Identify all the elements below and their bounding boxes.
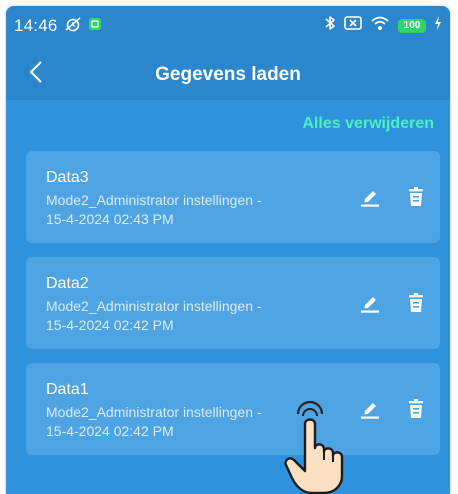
item-description-line1: Mode2_Administrator instellingen - — [46, 192, 262, 208]
edit-button[interactable] — [356, 289, 384, 317]
item-description: Mode2_Administrator instellingen - 15-4-… — [46, 403, 316, 441]
app-screen: 14:46 100 Gegevens laden Alles verwijder… — [6, 6, 450, 494]
pencil-icon — [361, 297, 379, 313]
tap-hand-icon — [284, 400, 344, 494]
item-title: Data1 — [46, 381, 89, 398]
delete-button[interactable] — [402, 183, 430, 211]
item-description: Mode2_Administrator instellingen - 15-4-… — [46, 297, 316, 335]
page-title: Gegevens laden — [155, 64, 301, 85]
trash-icon — [409, 399, 423, 418]
list-item[interactable]: Data2 Mode2_Administrator instellingen -… — [26, 257, 440, 349]
item-description-line1: Mode2_Administrator instellingen - — [46, 298, 262, 314]
alarm-off-icon — [64, 16, 82, 37]
item-title: Data2 — [46, 275, 89, 292]
edit-button[interactable] — [356, 183, 384, 211]
notification-app-icon — [88, 17, 102, 36]
status-bar: 14:46 100 — [6, 6, 450, 44]
no-sim-icon — [344, 16, 362, 35]
trash-icon — [409, 187, 423, 206]
status-time: 14:46 — [14, 16, 58, 35]
pencil-icon — [361, 191, 379, 207]
item-title: Data3 — [46, 169, 89, 186]
item-description-line1: Mode2_Administrator instellingen - — [46, 404, 262, 420]
charging-icon — [434, 16, 442, 35]
wifi-icon — [370, 15, 390, 36]
app-header: Gegevens laden — [6, 44, 450, 100]
item-description-line2: 15-4-2024 02:42 PM — [46, 423, 174, 439]
delete-all-button[interactable]: Alles verwijderen — [302, 115, 434, 133]
item-description: Mode2_Administrator instellingen - 15-4-… — [46, 191, 316, 229]
trash-icon — [409, 293, 423, 312]
bluetooth-icon — [324, 15, 336, 36]
delete-button[interactable] — [402, 289, 430, 317]
status-left-icons — [64, 16, 102, 37]
status-right-icons: 100 — [324, 15, 442, 36]
delete-button[interactable] — [402, 395, 430, 423]
item-description-line2: 15-4-2024 02:43 PM — [46, 211, 174, 227]
list-item[interactable]: Data3 Mode2_Administrator instellingen -… — [26, 151, 440, 243]
battery-indicator: 100 — [398, 18, 426, 33]
item-description-line2: 15-4-2024 02:42 PM — [46, 317, 174, 333]
list-item[interactable]: Data1 Mode2_Administrator instellingen -… — [26, 363, 440, 455]
